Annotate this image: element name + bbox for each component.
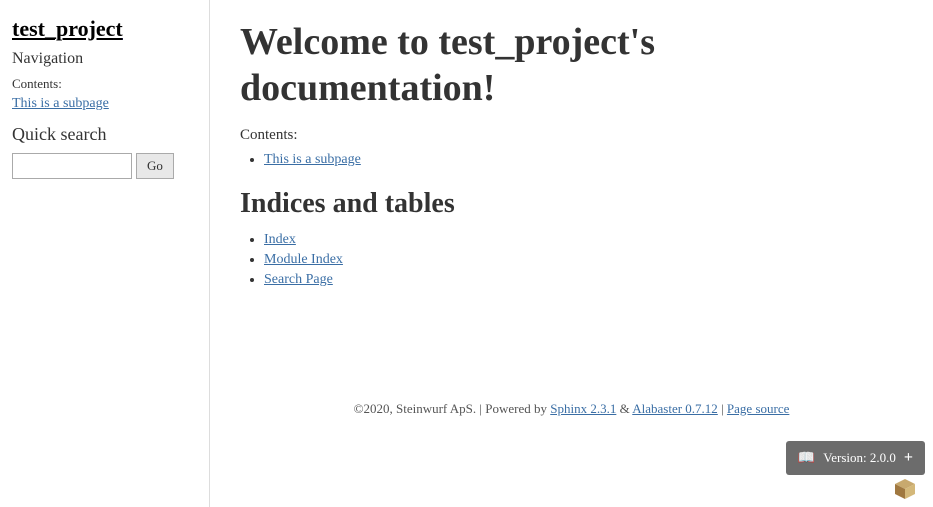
navigation-label: Navigation [12,50,197,68]
search-go-button[interactable]: Go [136,153,174,179]
version-badge[interactable]: 📖 Version: 2.0.0 + [786,441,925,475]
rtd-logo[interactable] [891,475,919,503]
list-item: Search Page [264,272,903,288]
search-row: Go [12,153,197,179]
toc-subpage-link[interactable]: This is a subpage [264,152,361,167]
alabaster-link[interactable]: Alabaster 0.7.12 [632,401,718,416]
plus-icon[interactable]: + [904,449,913,467]
page-heading: Welcome to test_project's documentation! [240,20,903,111]
page-source-link[interactable]: Page source [727,401,789,416]
book-icon: 📖 [798,450,815,467]
sidebar-subpage-link[interactable]: This is a subpage [12,96,197,112]
module-index-link[interactable]: Module Index [264,252,343,267]
search-page-link[interactable]: Search Page [264,272,333,287]
indices-heading: Indices and tables [240,188,903,220]
project-title: test_project [12,16,197,42]
sphinx-link[interactable]: Sphinx 2.3.1 [550,401,616,416]
rtd-logo-icon [893,477,917,501]
toc-list: This is a subpage [264,152,903,168]
footer: ©2020, Steinwurf ApS. | Powered by Sphin… [210,391,933,427]
index-link[interactable]: Index [264,232,296,247]
indices-list: Index Module Index Search Page [264,232,903,288]
search-input[interactable] [12,153,132,179]
list-item: Index [264,232,903,248]
list-item: This is a subpage [264,152,903,168]
project-title-link[interactable]: test_project [12,16,197,42]
sidebar-contents-label: Contents: [12,76,197,92]
main-contents-label: Contents: [240,127,903,144]
quick-search-label: Quick search [12,124,197,145]
version-label: Version: 2.0.0 [823,450,896,466]
sidebar: test_project Navigation Contents: This i… [0,0,210,507]
list-item: Module Index [264,252,903,268]
footer-text: ©2020, Steinwurf ApS. | Powered by Sphin… [354,401,790,416]
main-content: Welcome to test_project's documentation!… [210,0,933,507]
